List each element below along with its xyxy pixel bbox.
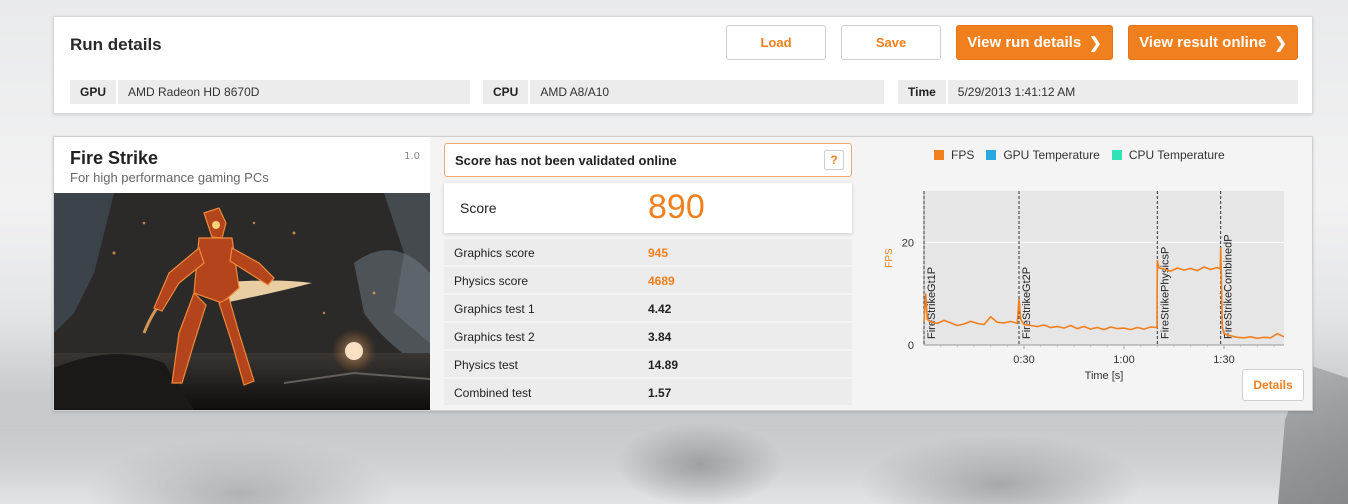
chart-legend: FPS GPU Temperature CPU Temperature — [934, 148, 1237, 162]
result-row-graphics-test-2: Graphics test 2 3.84 — [444, 323, 852, 349]
score-column: Score has not been validated online ? Sc… — [444, 143, 852, 407]
fps-chart: 0 20 0:30 1:00 1:30 FPS Time [s] FireStrikeGt1P… — [884, 191, 1285, 382]
view-result-online-button[interactable]: View result online ❯ — [1128, 25, 1298, 60]
legend-item-fps[interactable]: FPS — [934, 148, 974, 162]
score-value: 890 — [648, 188, 705, 226]
x-tick-label: 0:30 — [1013, 354, 1034, 366]
results-table: Graphics score 945 Physics score 4689 Gr… — [444, 239, 852, 405]
benchmark-artwork — [54, 193, 430, 410]
result-value: 945 — [648, 246, 669, 260]
result-label: Graphics score — [454, 246, 535, 260]
legend-item-cpu-temperature[interactable]: CPU Temperature — [1111, 148, 1225, 162]
legend-swatch — [986, 150, 997, 160]
legend-label: GPU Temperature — [1003, 148, 1100, 162]
score-box: Score 890 — [444, 183, 852, 233]
page-title: Run details — [70, 35, 162, 54]
view-run-details-label: View run details — [967, 34, 1082, 51]
result-row-physics-score: Physics score 4689 — [444, 267, 852, 293]
load-button-label: Load — [760, 35, 792, 50]
run-details-panel: Run details Load Save View run details ❯… — [53, 16, 1313, 114]
result-label: Combined test — [454, 386, 532, 400]
result-row-combined-test: Combined test 1.57 — [444, 379, 852, 405]
test-marker-label: FireStrikePhysicsP — [1159, 247, 1171, 339]
legend-swatch — [1111, 150, 1122, 160]
cpu-value: AMD A8/A10 — [530, 80, 884, 104]
time-label: Time — [898, 80, 948, 104]
result-value: 1.57 — [648, 386, 672, 400]
benchmark-name: Fire Strike — [70, 148, 159, 168]
result-value: 3.84 — [648, 330, 672, 344]
save-button[interactable]: Save — [841, 25, 941, 60]
result-label: Graphics test 1 — [454, 302, 535, 316]
y-axis-label: FPS — [884, 248, 895, 268]
view-run-details-button[interactable]: View run details ❯ — [956, 25, 1113, 60]
gpu-value: AMD Radeon HD 8670D — [118, 80, 470, 104]
help-button[interactable]: ? — [824, 150, 844, 170]
cpu-label: CPU — [483, 80, 531, 104]
legend-label: FPS — [951, 148, 975, 162]
result-value: 4689 — [648, 274, 675, 288]
legend-label: CPU Temperature — [1128, 148, 1225, 162]
test-marker-label: FireStrikeCombinedP — [1223, 234, 1235, 339]
validation-notice: Score has not been validated online ? — [444, 143, 852, 177]
result-label: Physics score — [454, 274, 529, 288]
result-row-graphics-score: Graphics score 945 — [444, 239, 852, 265]
y-tick-label: 20 — [902, 237, 914, 249]
time-value: 5/29/2013 1:41:12 AM — [947, 80, 1298, 104]
x-tick-label: 1:00 — [1113, 354, 1134, 366]
result-value: 14.89 — [648, 358, 679, 372]
details-button[interactable]: Details — [1242, 369, 1304, 401]
result-row-graphics-test-1: Graphics test 1 4.42 — [444, 295, 852, 321]
test-marker-label: FireStrikeGt2P — [1021, 267, 1033, 339]
result-label: Graphics test 2 — [454, 330, 535, 344]
validation-message: Score has not been validated online — [455, 152, 677, 168]
save-button-label: Save — [875, 35, 907, 50]
benchmark-subtitle: For high performance gaming PCs — [70, 170, 269, 185]
gpu-info: GPU AMD Radeon HD 8670D — [70, 80, 470, 104]
monitoring-chart-panel: FPS GPU Temperature CPU Temperature 0 20 0… — [866, 137, 1312, 410]
cpu-info: CPU AMD A8/A10 — [483, 80, 884, 104]
x-tick-label: 1:30 — [1213, 354, 1234, 366]
benchmark-card: Fire Strike For high performance gaming … — [54, 137, 430, 410]
result-panel: Fire Strike For high performance gaming … — [53, 136, 1313, 411]
legend-swatch — [934, 150, 944, 160]
gpu-label: GPU — [70, 80, 119, 104]
result-row-physics-test: Physics test 14.89 — [444, 351, 852, 377]
chevron-right-icon: ❯ — [1274, 34, 1287, 52]
time-info: Time 5/29/2013 1:41:12 AM — [898, 80, 1298, 104]
score-label: Score — [460, 200, 497, 216]
result-label: Physics test — [454, 358, 519, 372]
details-button-label: Details — [1253, 378, 1293, 392]
test-marker-label: FireStrikeGt1P — [926, 267, 938, 339]
x-axis-label: Time [s] — [1085, 370, 1124, 382]
view-result-online-label: View result online — [1139, 34, 1267, 51]
chevron-right-icon: ❯ — [1089, 34, 1102, 52]
help-icon: ? — [830, 153, 838, 167]
result-value: 4.42 — [648, 302, 672, 316]
legend-item-gpu-temperature[interactable]: GPU Temperature — [986, 148, 1100, 162]
y-tick-label: 0 — [908, 340, 914, 352]
benchmark-version: 1.0 — [404, 151, 420, 162]
load-button[interactable]: Load — [726, 25, 826, 60]
